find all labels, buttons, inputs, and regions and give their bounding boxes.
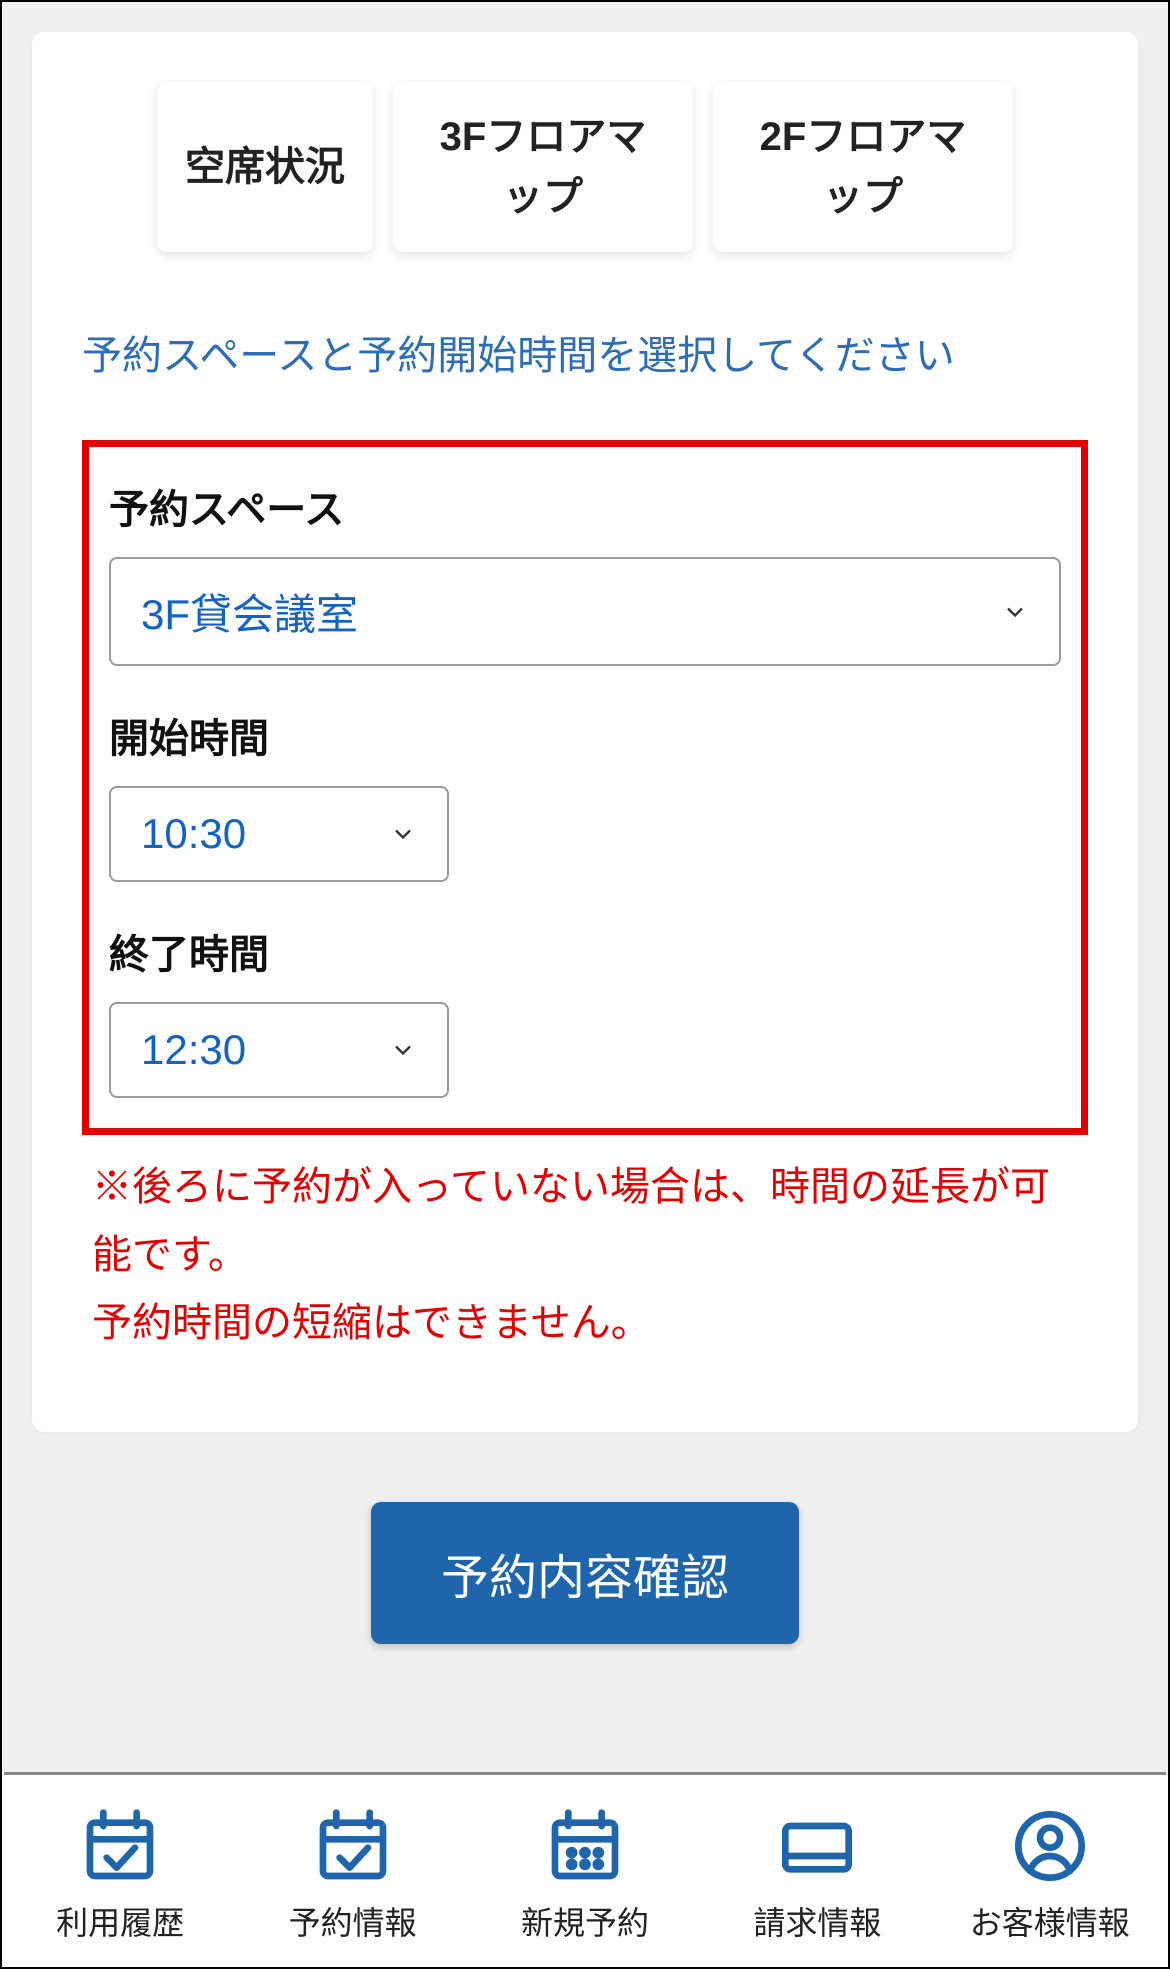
- nav-booking-info[interactable]: 予約情報: [253, 1806, 453, 1944]
- credit-card-icon: [772, 1806, 862, 1886]
- start-time-select[interactable]: 10:30: [109, 786, 449, 882]
- nav-label: 予約情報: [289, 1898, 417, 1944]
- nav-customer-info[interactable]: お客様情報: [950, 1806, 1150, 1944]
- user-circle-icon: [1005, 1806, 1095, 1886]
- tab-availability[interactable]: 空席状況: [157, 82, 373, 252]
- end-time-value: 12:30: [141, 1026, 246, 1074]
- end-time-select[interactable]: 12:30: [109, 1002, 449, 1098]
- prompt-text: 予約スペースと予約開始時間を選択してください: [82, 322, 1088, 390]
- calendar-dots-icon: [540, 1806, 630, 1886]
- chevron-down-icon: [389, 820, 417, 848]
- chevron-down-icon: [389, 1036, 417, 1064]
- start-time-value: 10:30: [141, 810, 246, 858]
- calendar-check-icon: [308, 1806, 398, 1886]
- booking-form-highlight: 予約スペース 3F貸会議室 開始時間 10:30 終了時: [82, 440, 1088, 1135]
- nav-label: 利用履歴: [56, 1898, 184, 1944]
- end-time-label: 終了時間: [109, 922, 1061, 980]
- note-text: ※後ろに予約が入っていない場合は、時間の延長が可能です。予約時間の短縮はできませ…: [82, 1153, 1088, 1357]
- confirm-booking-button[interactable]: 予約内容確認: [371, 1502, 799, 1644]
- nav-label: お客様情報: [970, 1898, 1130, 1944]
- space-select[interactable]: 3F貸会議室: [109, 557, 1061, 666]
- booking-card: 空席状況 3Fフロアマップ 2Fフロアマップ 予約スペースと予約開始時間を選択し…: [32, 32, 1138, 1432]
- nav-usage-history[interactable]: 利用履歴: [20, 1806, 220, 1944]
- calendar-check-icon: [75, 1806, 165, 1886]
- chevron-down-icon: [1001, 598, 1029, 626]
- tab-floor-2f[interactable]: 2Fフロアマップ: [713, 82, 1013, 252]
- nav-label: 新規予約: [521, 1898, 649, 1944]
- nav-billing-info[interactable]: 請求情報: [717, 1806, 917, 1944]
- space-value: 3F貸会議室: [141, 581, 358, 642]
- bottom-nav: 利用履歴 予約情報: [4, 1772, 1166, 1965]
- start-time-label: 開始時間: [109, 706, 1061, 764]
- tab-bar: 空席状況 3Fフロアマップ 2Fフロアマップ: [82, 82, 1088, 252]
- space-label: 予約スペース: [109, 477, 1061, 535]
- tab-floor-3f[interactable]: 3Fフロアマップ: [393, 82, 693, 252]
- nav-label: 請求情報: [753, 1898, 881, 1944]
- nav-new-booking[interactable]: 新規予約: [485, 1806, 685, 1944]
